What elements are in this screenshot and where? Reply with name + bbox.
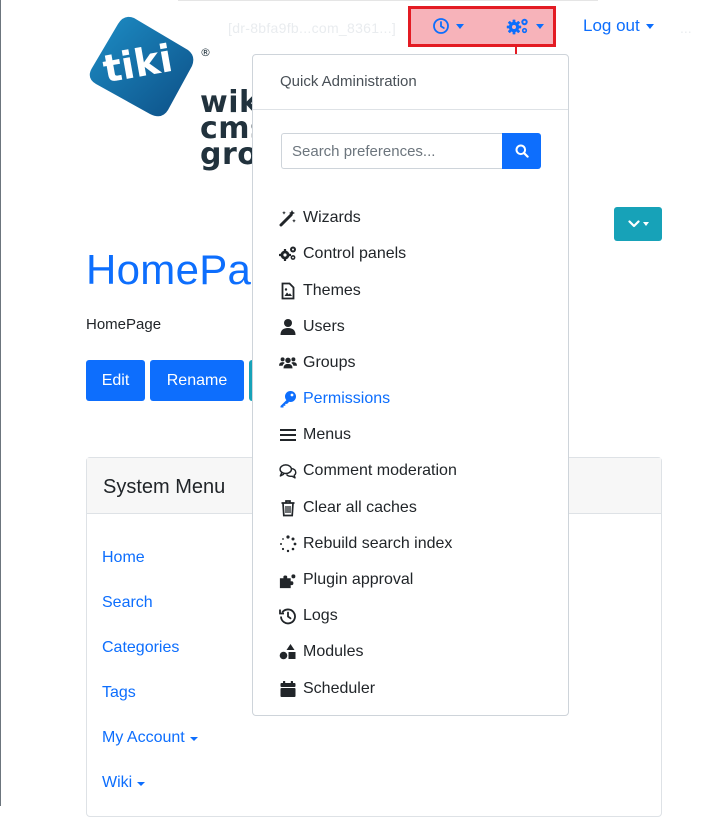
- qa-item-label: Plugin approval: [303, 571, 414, 588]
- qa-item-plugin-approval[interactable]: Plugin approval: [279, 568, 413, 592]
- caret-down-icon: [189, 737, 198, 741]
- search-icon: [515, 144, 529, 158]
- comments-icon: [279, 462, 297, 480]
- user-icon: [279, 318, 297, 336]
- menu-item-home[interactable]: Home: [102, 549, 145, 567]
- qa-item-groups[interactable]: Groups: [279, 351, 355, 375]
- recent-history-dropdown[interactable]: [432, 12, 464, 40]
- svg-text:®: ®: [200, 46, 211, 59]
- qa-item-menus[interactable]: Menus: [279, 423, 351, 447]
- cogs-icon: [506, 17, 530, 35]
- spinner-icon: [279, 535, 297, 553]
- qa-item-label: Permissions: [303, 390, 391, 407]
- qa-item-label: Wizards: [303, 209, 361, 226]
- magic-wand-icon: [279, 209, 297, 227]
- window-frame-edge: [0, 0, 1, 806]
- caret-down-icon: [536, 23, 544, 29]
- qa-item-comment-moderation[interactable]: Comment moderation: [279, 459, 457, 483]
- menu-item-label: My Account: [102, 729, 185, 746]
- key-icon: [279, 390, 297, 408]
- qa-item-label: Logs: [303, 607, 338, 624]
- qa-item-modules[interactable]: Modules: [279, 640, 363, 664]
- qa-item-users[interactable]: Users: [279, 315, 345, 339]
- breadcrumb[interactable]: HomePage: [86, 316, 161, 333]
- page-actions-dropdown[interactable]: [614, 207, 662, 241]
- users-icon: [279, 354, 297, 372]
- caret-down-icon: [642, 222, 649, 226]
- qa-item-label: Modules: [303, 643, 364, 660]
- menu-item-label: Wiki: [102, 774, 133, 791]
- quick-admin-header: Quick Administration: [280, 73, 417, 90]
- qa-item-label: Menus: [303, 426, 352, 443]
- menu-item-categories[interactable]: Categories: [102, 639, 179, 657]
- calendar-icon: [279, 680, 297, 698]
- qa-item-label: Comment moderation: [303, 462, 457, 479]
- cogs-icon: [279, 245, 297, 263]
- qa-item-clear-caches[interactable]: Clear all caches: [279, 496, 417, 520]
- caret-down-icon: [137, 782, 146, 786]
- qa-item-rebuild-search-index[interactable]: Rebuild search index: [279, 532, 452, 556]
- qa-item-label: Users: [303, 318, 345, 335]
- puzzle-icon: [279, 571, 297, 589]
- menu-item-wiki[interactable]: Wiki: [102, 774, 146, 792]
- rename-button[interactable]: Rename: [150, 360, 244, 401]
- search-preferences-input[interactable]: [281, 133, 502, 169]
- file-image-icon: [279, 282, 297, 300]
- qa-item-control-panels[interactable]: Control panels: [279, 242, 406, 266]
- quick-admin-dropdown-toggle[interactable]: [506, 12, 544, 40]
- chevron-down-icon: [627, 215, 640, 233]
- qa-item-label: Control panels: [303, 245, 407, 262]
- qa-item-themes[interactable]: Themes: [279, 279, 361, 303]
- divider: [253, 109, 568, 110]
- qa-item-label: Themes: [303, 282, 361, 299]
- history-icon: [279, 607, 297, 625]
- caret-down-icon: [645, 23, 654, 29]
- edit-button[interactable]: Edit: [86, 360, 145, 401]
- qa-item-label: Rebuild search index: [303, 535, 453, 552]
- page-title: HomePa: [86, 246, 252, 293]
- menu-item-tags[interactable]: Tags: [102, 684, 136, 702]
- trash-icon: [279, 499, 297, 517]
- tiki-logo-mark: tiki ®: [89, 16, 211, 117]
- logout-label: Log out: [583, 16, 640, 35]
- preferences-search: [281, 133, 541, 169]
- qa-item-permissions[interactable]: Permissions: [279, 387, 390, 411]
- menu-item-search[interactable]: Search: [102, 594, 153, 612]
- quick-admin-menu: Quick Administration Wizards Control pan…: [252, 54, 569, 716]
- shapes-icon: [279, 643, 297, 661]
- faded-overflow-text: ...: [680, 20, 692, 36]
- qa-item-label: Groups: [303, 354, 356, 371]
- logout-dropdown[interactable]: Log out: [583, 12, 654, 40]
- menu-item-my-account[interactable]: My Account: [102, 729, 198, 747]
- qa-item-label: Scheduler: [303, 680, 376, 697]
- qa-item-logs[interactable]: Logs: [279, 604, 338, 628]
- qa-item-scheduler[interactable]: Scheduler: [279, 677, 375, 701]
- qa-item-wizards[interactable]: Wizards: [279, 206, 361, 230]
- clock-icon: [432, 17, 450, 35]
- bars-icon: [279, 426, 297, 444]
- caret-down-icon: [456, 23, 464, 29]
- qa-item-label: Clear all caches: [303, 499, 417, 516]
- search-button[interactable]: [502, 133, 541, 169]
